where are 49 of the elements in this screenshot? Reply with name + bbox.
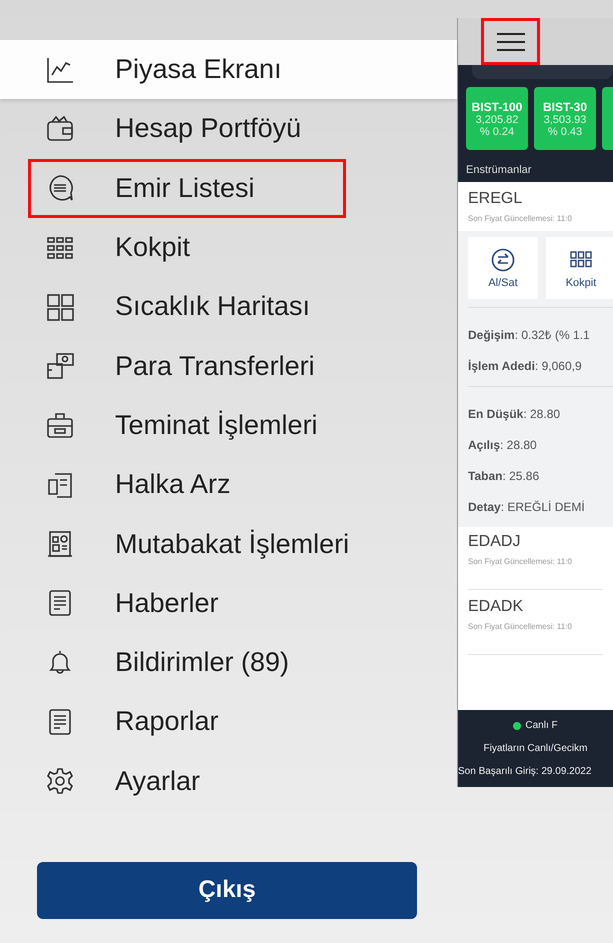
action-button[interactable]: Al/Sat <box>468 237 538 299</box>
logout-button[interactable]: Çıkış <box>37 862 417 919</box>
instrument-symbol: EREGL <box>468 190 524 208</box>
detail-text: İşlem Adedi: 9,060,9 <box>468 351 613 387</box>
index-change: % 0.43 <box>548 126 582 138</box>
search-field[interactable] <box>472 65 613 79</box>
update-time: Son Fiyat Güncellemesi: 11:0 <box>468 557 573 566</box>
wallet-icon <box>45 114 75 144</box>
menu-button[interactable] <box>481 18 540 65</box>
tiles-icon <box>45 292 75 322</box>
menu-item[interactable]: Haberler <box>0 574 457 633</box>
index-value: 3,503.93 <box>544 114 586 126</box>
price-note: Fiyatların Canlı/Gecikm <box>484 743 588 754</box>
menu-item[interactable]: Piyasa Ekranı <box>0 40 457 100</box>
detail-text: Açılış: 28.80 <box>468 437 538 454</box>
index-name: BIST-100 <box>472 100 522 114</box>
index-change: % 0.24 <box>480 126 514 138</box>
menu-item[interactable]: Mutabakat İşlemleri <box>0 514 457 574</box>
menu-item[interactable]: Halka Arz <box>0 455 457 514</box>
menu-item[interactable]: Kokpit <box>0 218 457 278</box>
menu-item[interactable]: Emir Listesi <box>28 158 346 218</box>
menu-item[interactable]: Bildirimler (89) <box>0 632 457 692</box>
status-dot <box>513 722 522 730</box>
live-status: Canlı F <box>525 720 558 731</box>
briefcase-icon <box>45 410 75 440</box>
last-login: Son Başarılı Giriş: 29.09.2022 <box>458 766 592 777</box>
menu-item[interactable]: Raporlar <box>0 692 457 752</box>
detail-text: Detay: EREĞLİ DEMİ <box>468 499 586 516</box>
update-time: Son Fiyat Güncellemesi: 11:0 <box>468 214 573 223</box>
menu-item[interactable]: Para Transferleri <box>0 336 457 396</box>
index-name: BIST-30 <box>542 100 587 114</box>
instrument-symbol[interactable]: EDADJ <box>468 533 603 551</box>
swap-icon <box>491 248 515 272</box>
update-time: Son Fiyat Güncellemesi: 11:0 <box>468 622 573 631</box>
instrument-symbol[interactable]: EDADK <box>468 598 603 616</box>
detail-text: Değişim: 0.32₺ (% 1.1 <box>468 327 591 344</box>
menu-item[interactable]: Teminat İşlemleri <box>0 396 457 456</box>
menu-item[interactable]: Hesap Portföyü <box>0 99 457 159</box>
menu-icon <box>496 32 526 52</box>
money-transfer-icon <box>45 351 75 382</box>
menu-item[interactable]: Ayarlar <box>0 752 457 811</box>
detail-text: Taban: 25.86 <box>468 468 540 485</box>
menu-item[interactable]: Sıcaklık Haritası <box>0 277 457 336</box>
action-button[interactable]: Kokpit <box>546 237 613 299</box>
section-title: Enstrümanlar <box>466 164 532 176</box>
index-value: 3,205.82 <box>476 114 518 126</box>
detail-text: En Düşük: 28.80 <box>468 406 562 423</box>
settings-icon <box>45 766 75 796</box>
document-icon <box>45 529 75 560</box>
